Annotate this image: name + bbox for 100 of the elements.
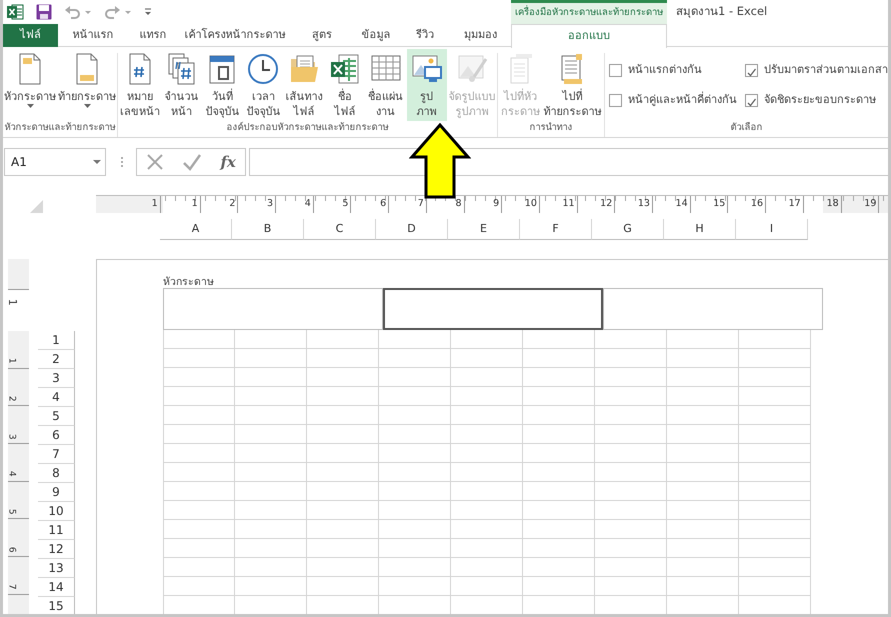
ribbon-tab[interactable]: หน้าแรก — [58, 24, 128, 47]
sheet-cell[interactable] — [667, 444, 739, 463]
sheet-cell[interactable] — [379, 463, 451, 482]
checkbox[interactable] — [745, 64, 758, 76]
sheet-cell[interactable] — [595, 387, 667, 406]
sheet-cell[interactable] — [235, 463, 307, 482]
sheet-cell[interactable] — [739, 330, 811, 349]
sheet-cell[interactable] — [163, 368, 235, 387]
sheet-cell[interactable] — [739, 577, 811, 596]
ribbon-tab[interactable]: รีวิว — [400, 24, 450, 47]
sheet-cell[interactable] — [451, 463, 523, 482]
checkbox-label[interactable]: จัดชิดระยะขอบกระดาษ — [764, 92, 876, 108]
excel-logo-icon[interactable] — [7, 4, 24, 20]
row-header[interactable]: 8 — [38, 464, 75, 483]
sheet-cell[interactable] — [667, 558, 739, 577]
sheet-cell[interactable] — [739, 463, 811, 482]
sheet-cell[interactable] — [235, 539, 307, 558]
checkbox-label[interactable]: หน้าแรกต่างกัน — [628, 62, 702, 78]
sheet-cell[interactable] — [739, 406, 811, 425]
sheet-cell[interactable] — [667, 577, 739, 596]
sheet-cell[interactable] — [595, 349, 667, 368]
checkbox[interactable] — [609, 94, 622, 106]
sheet-cell[interactable] — [739, 501, 811, 520]
row-header[interactable]: 5 — [38, 407, 75, 426]
sheet-cell[interactable] — [523, 368, 595, 387]
sheet-cell[interactable] — [739, 387, 811, 406]
sheet-cell[interactable] — [451, 387, 523, 406]
sheet-cell[interactable] — [523, 444, 595, 463]
ribbon-tab[interactable]: ออกแบบ — [511, 24, 667, 48]
sheet-cell[interactable] — [307, 425, 379, 444]
sheet-cell[interactable] — [307, 387, 379, 406]
sheet-cell[interactable] — [739, 349, 811, 368]
row-header[interactable]: 14 — [38, 578, 75, 597]
sheet-cell[interactable] — [163, 330, 235, 349]
sheet-cell[interactable] — [307, 349, 379, 368]
sheet-cell[interactable] — [595, 577, 667, 596]
ribbon-tab[interactable]: แทรก — [128, 24, 178, 47]
sheet-cell[interactable] — [523, 330, 595, 349]
sheet-cell[interactable] — [739, 558, 811, 577]
ribbon-button[interactable]: หมาย เลขหน้า — [118, 49, 161, 121]
sheet-cell[interactable] — [163, 406, 235, 425]
select-all-icon[interactable] — [30, 200, 43, 213]
sheet-cell[interactable] — [451, 520, 523, 539]
sheet-cell[interactable] — [307, 501, 379, 520]
sheet-cell[interactable] — [379, 349, 451, 368]
column-header[interactable]: A — [160, 219, 232, 240]
sheet-cell[interactable] — [739, 368, 811, 387]
row-header[interactable]: 3 — [38, 369, 75, 388]
ribbon-tab[interactable]: ไฟล์ — [3, 24, 58, 47]
sheet-cell[interactable] — [451, 330, 523, 349]
sheet-cell[interactable] — [163, 539, 235, 558]
sheet-cell[interactable] — [163, 349, 235, 368]
sheet-cell[interactable] — [235, 520, 307, 539]
ribbon-button[interactable]: เวลา ปัจจุบัน — [243, 49, 284, 121]
sheet-cell[interactable] — [235, 330, 307, 349]
sheet-cell[interactable] — [379, 482, 451, 501]
sheet-cell[interactable] — [379, 425, 451, 444]
sheet-cell[interactable] — [451, 349, 523, 368]
formula-input[interactable] — [249, 148, 888, 176]
sheet-cell[interactable] — [235, 425, 307, 444]
sheet-cell[interactable] — [307, 444, 379, 463]
name-box[interactable]: A1 — [4, 148, 106, 176]
sheet-cell[interactable] — [307, 406, 379, 425]
sheet-cell[interactable] — [667, 368, 739, 387]
row-header[interactable]: 12 — [38, 540, 75, 559]
sheet-cell[interactable] — [595, 406, 667, 425]
sheet-cell[interactable] — [307, 558, 379, 577]
row-header[interactable]: 11 — [38, 521, 75, 540]
sheet-cell[interactable] — [667, 406, 739, 425]
sheet-cell[interactable] — [235, 558, 307, 577]
row-header[interactable]: 13 — [38, 559, 75, 578]
sheet-cell[interactable] — [451, 501, 523, 520]
column-header[interactable]: C — [304, 219, 376, 240]
ribbon-tab[interactable]: เค้าโครงหน้ากระดาษ — [178, 24, 292, 47]
sheet-cell[interactable] — [595, 330, 667, 349]
sheet-cell[interactable] — [451, 406, 523, 425]
ribbon-tab[interactable]: สูตร — [292, 24, 352, 47]
row-header[interactable]: 9 — [38, 483, 75, 502]
sheet-cell[interactable] — [451, 558, 523, 577]
row-header[interactable]: 15 — [38, 597, 75, 614]
sheet-cell[interactable] — [307, 482, 379, 501]
sheet-cell[interactable] — [163, 387, 235, 406]
sheet-cell[interactable] — [667, 425, 739, 444]
sheet-cell[interactable] — [235, 387, 307, 406]
sheet-cell[interactable] — [451, 444, 523, 463]
sheet-cell[interactable] — [379, 539, 451, 558]
sheet-cell[interactable] — [379, 501, 451, 520]
column-header[interactable]: F — [520, 219, 592, 240]
sheet-cell[interactable] — [523, 501, 595, 520]
sheet-cell[interactable] — [523, 425, 595, 444]
sheet-cell[interactable] — [451, 539, 523, 558]
sheet-cell[interactable] — [307, 577, 379, 596]
ribbon-button[interactable]: รูป ภาพ — [406, 49, 446, 121]
sheet-cell[interactable] — [235, 406, 307, 425]
ribbon-button[interactable]: ท้ายกระดาษ — [57, 49, 117, 121]
ribbon-button[interactable]: เส้นทาง ไฟล์ — [284, 49, 324, 121]
sheet-cell[interactable] — [523, 482, 595, 501]
ribbon-button[interactable]: ชื่อแผ่น งาน — [366, 49, 406, 121]
ribbon-tab[interactable]: มุมมอง — [450, 24, 511, 47]
sheet-cell[interactable] — [379, 330, 451, 349]
